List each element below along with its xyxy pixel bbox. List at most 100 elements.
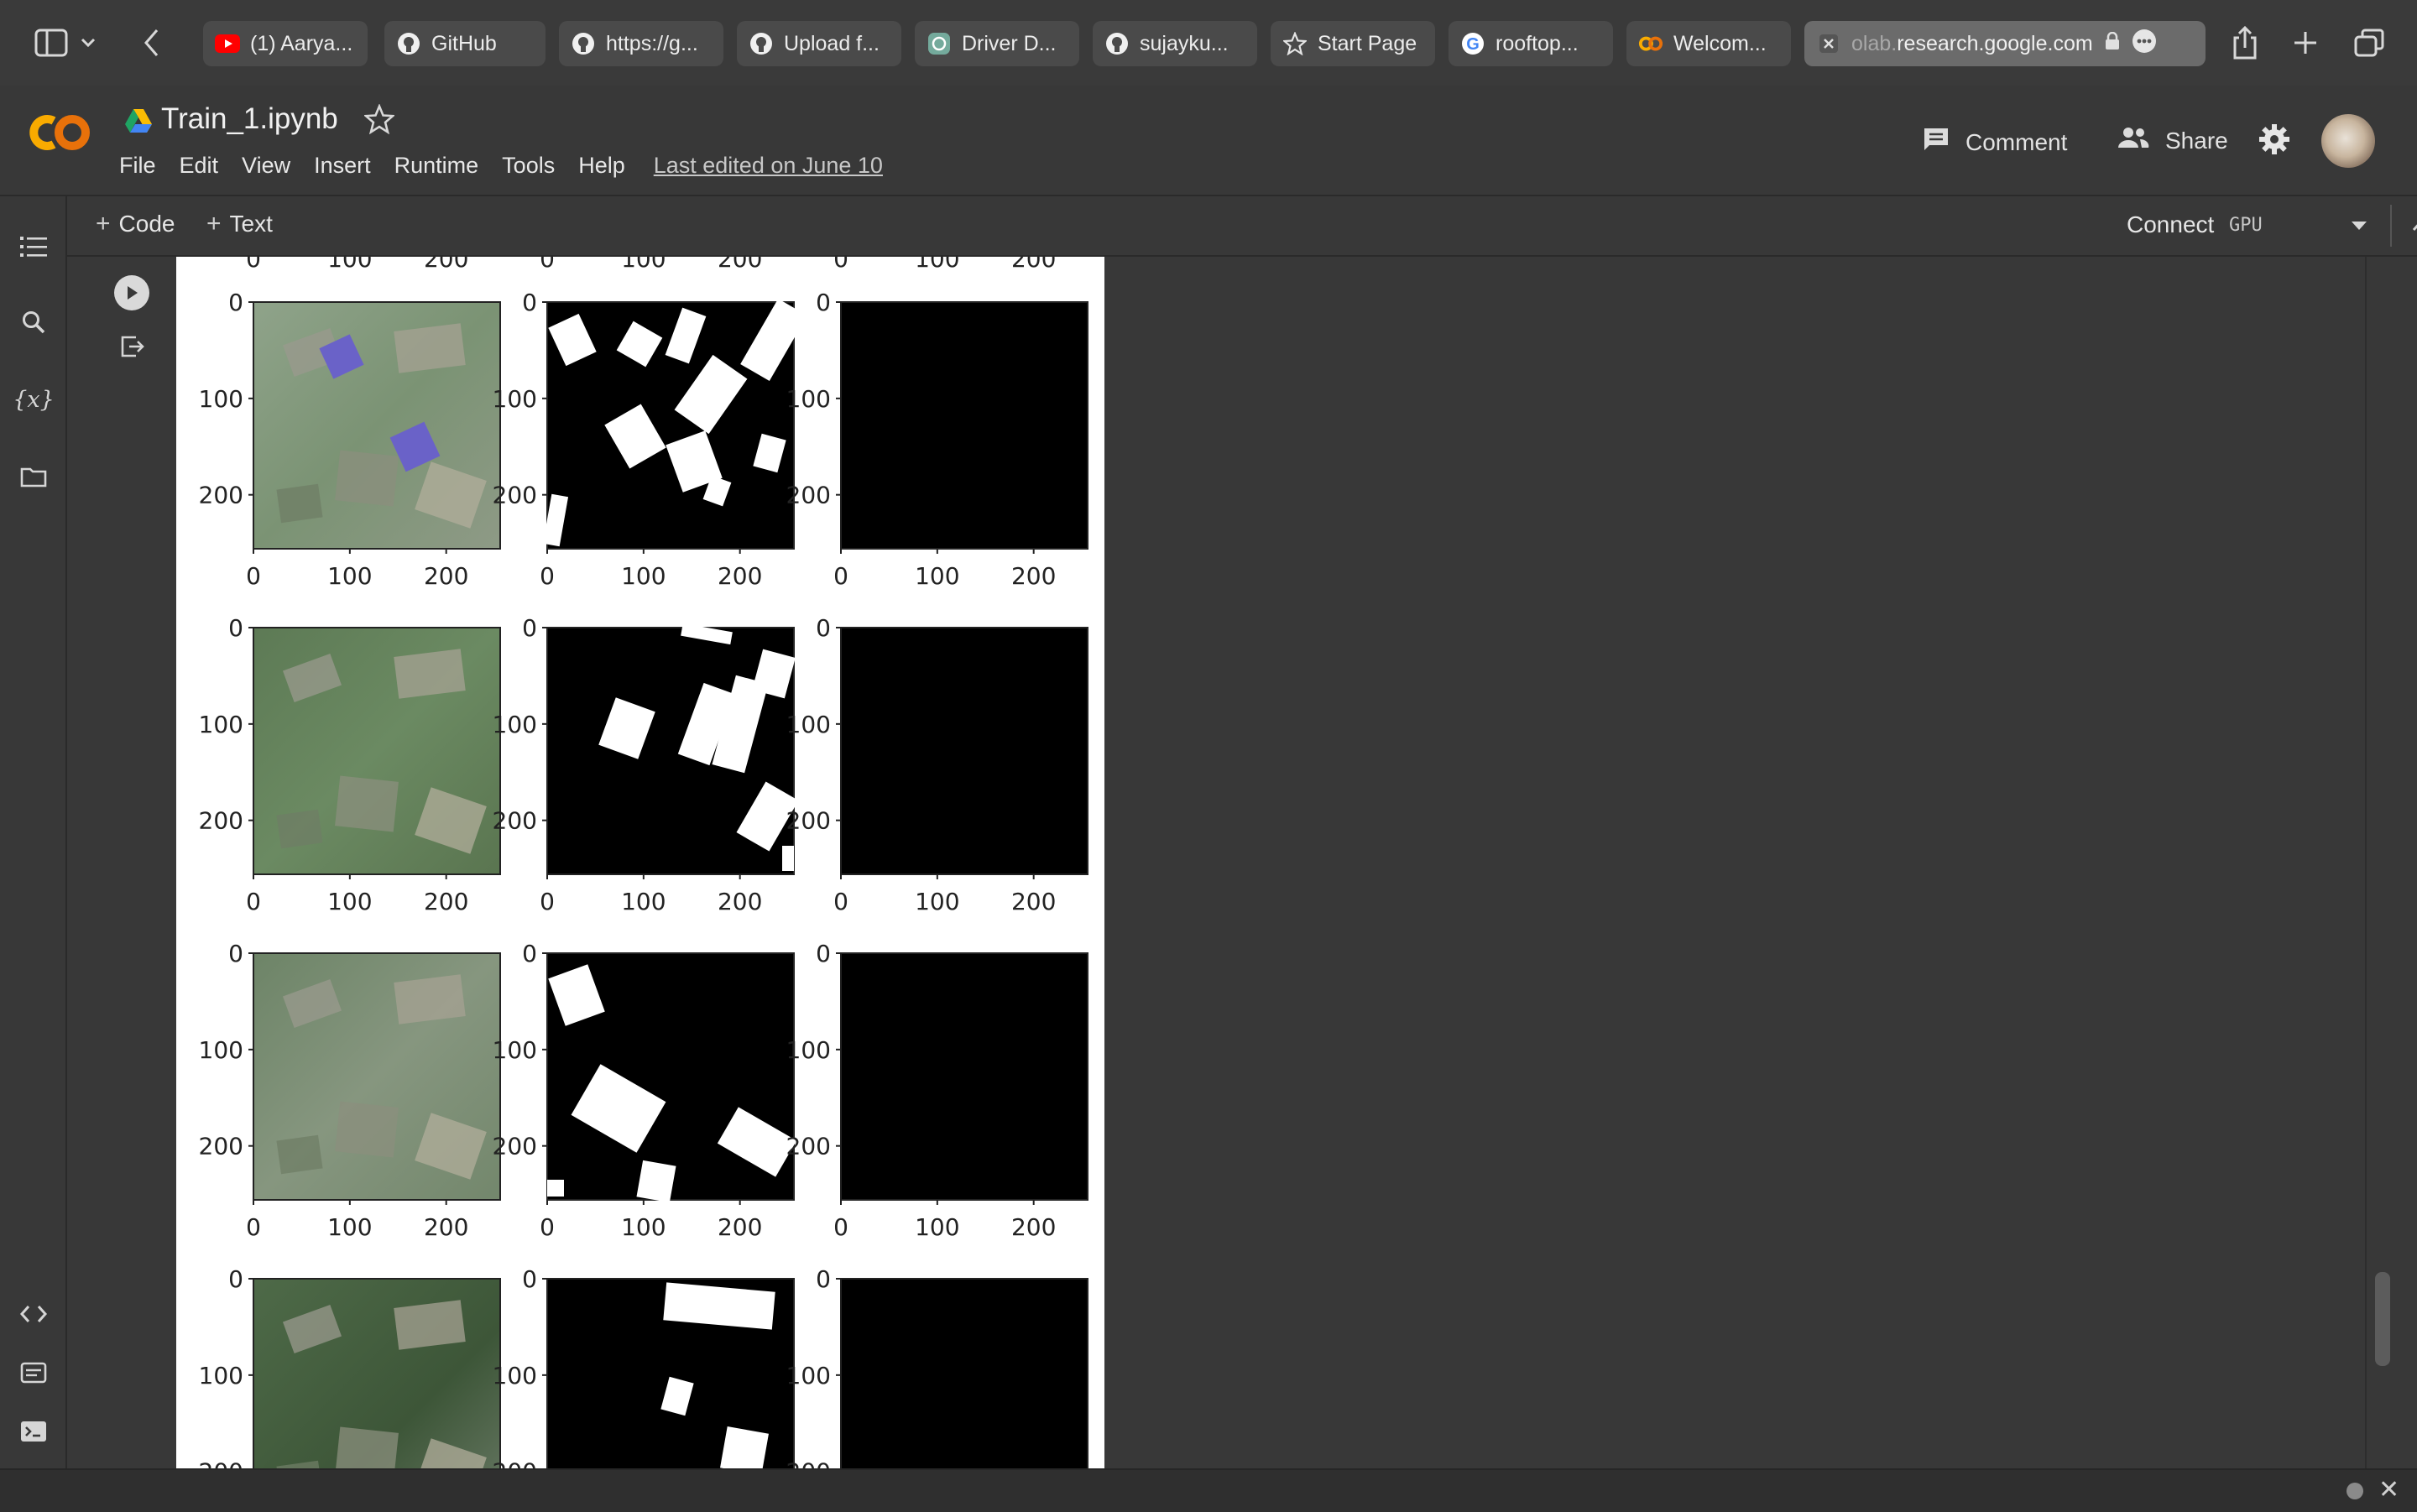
- browser-tab[interactable]: Welcom...: [1626, 21, 1791, 66]
- vertical-scrollbar[interactable]: [2365, 257, 2400, 1468]
- y-tick-label: 100: [199, 711, 243, 738]
- x-tick-label: 0: [833, 888, 848, 915]
- star-icon[interactable]: [363, 103, 396, 138]
- tab-label: sujayku...: [1140, 31, 1229, 55]
- svg-text:G: G: [1466, 35, 1480, 54]
- x-tick-label: 0: [540, 257, 555, 273]
- add-text-button[interactable]: + Text: [206, 210, 273, 238]
- drive-icon[interactable]: [124, 108, 153, 138]
- runtime-dropdown-icon[interactable]: [2352, 222, 2367, 230]
- x-tick-label: 200: [424, 257, 468, 273]
- menu-edit[interactable]: Edit: [180, 153, 219, 179]
- add-code-button[interactable]: + Code: [96, 210, 175, 238]
- menu-runtime[interactable]: Runtime: [394, 153, 479, 179]
- y-tick-label: 0: [816, 289, 831, 316]
- browser-tab[interactable]: Driver D...: [915, 21, 1079, 66]
- folder-icon[interactable]: [17, 460, 50, 493]
- y-tick-label: 0: [228, 289, 243, 316]
- browser-tab[interactable]: Start Page: [1271, 21, 1435, 66]
- y-tick-label: 100: [493, 1362, 537, 1389]
- menu-tools[interactable]: Tools: [502, 153, 555, 179]
- y-tick-label: 100: [199, 1036, 243, 1064]
- image-texture: [394, 1300, 466, 1350]
- browser-tab[interactable]: GitHub: [384, 21, 546, 66]
- y-tick-label: 0: [228, 1265, 243, 1293]
- x-tick-label: 100: [915, 888, 959, 915]
- y-tick-label: 0: [228, 614, 243, 642]
- run-cell-button[interactable]: [114, 275, 149, 310]
- new-tab-icon[interactable]: [2284, 22, 2326, 64]
- gear-icon[interactable]: [2258, 123, 2291, 160]
- command-palette-icon[interactable]: [17, 1356, 50, 1389]
- comment-button[interactable]: Comment: [1922, 126, 2067, 159]
- plus-icon: +: [96, 210, 111, 237]
- x-tick-label: 100: [915, 562, 959, 590]
- notebook-title[interactable]: Train_1.ipynb: [161, 102, 338, 136]
- x-tick-label: 200: [1011, 888, 1056, 915]
- last-edited-link[interactable]: Last edited on June 10: [654, 153, 883, 179]
- prediction-image: [840, 1278, 1088, 1468]
- more-icon[interactable]: [2132, 29, 2157, 60]
- avatar[interactable]: [2321, 114, 2375, 168]
- chevron-up-icon[interactable]: [2409, 213, 2417, 242]
- y-tick-label: 200: [493, 807, 537, 835]
- menu-help[interactable]: Help: [578, 153, 625, 179]
- x-tick-label: 0: [833, 562, 848, 590]
- y-tick-label: 100: [786, 1362, 831, 1389]
- runtime-type-label[interactable]: GPU: [2229, 215, 2263, 236]
- active-browser-tab[interactable]: olab.research.google.com: [1804, 21, 2206, 66]
- sidebar-toggle-icon[interactable]: [30, 22, 72, 64]
- building-mask: [720, 1426, 769, 1468]
- menu-insert[interactable]: Insert: [314, 153, 371, 179]
- toolbar-divider: [2390, 205, 2392, 247]
- google-icon: G: [1460, 31, 1485, 56]
- x-tick-label: 200: [1011, 257, 1056, 273]
- colab-logo-icon[interactable]: [23, 111, 94, 154]
- share-label: Share: [2165, 127, 2228, 154]
- back-icon[interactable]: [131, 22, 173, 64]
- menu-file[interactable]: File: [119, 153, 156, 179]
- close-icon[interactable]: [1816, 31, 1841, 56]
- menu-bar: File Edit View Insert Runtime Tools Help…: [119, 153, 883, 179]
- y-tick-label: 200: [493, 482, 537, 509]
- chevron-down-icon[interactable]: [76, 22, 101, 64]
- share-page-icon[interactable]: [2224, 22, 2266, 64]
- image-texture: [335, 775, 399, 832]
- share-button[interactable]: Share: [2117, 126, 2228, 155]
- x-tick-label: 0: [246, 562, 261, 590]
- x-tick-label: 200: [718, 1213, 762, 1241]
- x-tick-label: 0: [833, 1213, 848, 1241]
- table-of-contents-icon[interactable]: [17, 230, 50, 263]
- browser-tab[interactable]: sujayku...: [1093, 21, 1257, 66]
- scrollbar-thumb[interactable]: [2375, 1272, 2390, 1366]
- left-rail: {x}: [0, 196, 67, 1468]
- connect-button[interactable]: Connect: [2127, 211, 2214, 238]
- github-icon: [571, 31, 596, 56]
- search-icon[interactable]: [17, 305, 50, 339]
- menu-view[interactable]: View: [242, 153, 290, 179]
- cell-output: 0 100 200 0 100 200 0 100 200 0 100 200 0 100 200 0 100 2…: [176, 257, 1104, 1468]
- y-tick-label: 100: [493, 711, 537, 738]
- terminal-icon[interactable]: [17, 1415, 50, 1448]
- y-tick-label: 200: [493, 1458, 537, 1468]
- output-figure: 0 100 200 0 100 200 0 100 200 0 100 200 0 100 200 0 100 2…: [199, 257, 1088, 1468]
- github-icon: [1104, 31, 1130, 56]
- x-tick-label: 0: [246, 1213, 261, 1241]
- browser-tab[interactable]: https://g...: [559, 21, 723, 66]
- tab-overview-icon[interactable]: [2348, 22, 2390, 64]
- browser-tab[interactable]: (1) Aarya...: [203, 21, 368, 66]
- image-texture: [394, 974, 466, 1025]
- subplot-prediction: [840, 952, 1088, 1201]
- x-tick-label: 100: [915, 1213, 959, 1241]
- browser-tab[interactable]: G rooftop...: [1449, 21, 1613, 66]
- address-url[interactable]: olab.research.google.com: [1851, 32, 2093, 56]
- x-tick-label: 200: [718, 888, 762, 915]
- code-snippets-icon[interactable]: [17, 1297, 50, 1331]
- variables-icon[interactable]: {x}: [13, 383, 55, 416]
- image-texture: [335, 450, 399, 507]
- browser-tab[interactable]: Upload f...: [737, 21, 901, 66]
- subplot-mask: [546, 952, 797, 1203]
- x-tick-label: 100: [327, 257, 372, 273]
- close-icon[interactable]: ✕: [2378, 1475, 2399, 1504]
- output-actions-icon[interactable]: [119, 334, 144, 363]
